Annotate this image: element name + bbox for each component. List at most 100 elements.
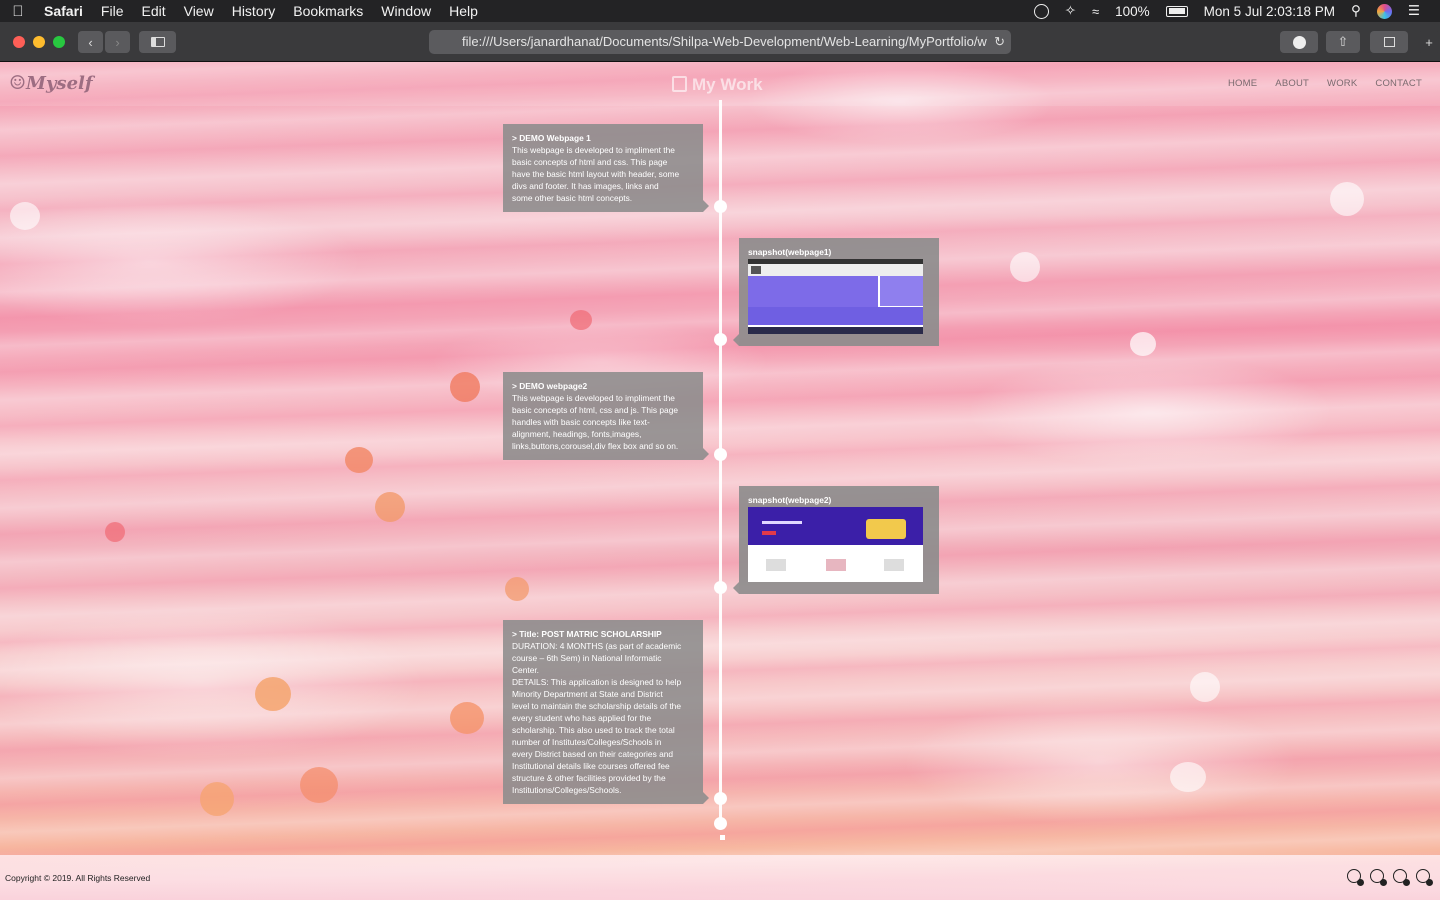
card-title: > DEMO Webpage 1	[512, 133, 591, 143]
nav-work[interactable]: WORK	[1327, 78, 1357, 89]
menu-help[interactable]: Help	[440, 0, 487, 22]
timeline-node	[714, 448, 727, 461]
menu-bar:  Safari File Edit View History Bookmark…	[0, 0, 1440, 22]
card-line: Institutional details like courses offer…	[512, 761, 670, 771]
card-line: alignment, headings, fonts,images,	[512, 429, 642, 439]
timeline-node	[714, 333, 727, 346]
address-bar[interactable]: file:///Users/janardhanat/Documents/Shil…	[429, 30, 1011, 54]
card-line: course – 6th Sem) in National Informatic	[512, 653, 662, 663]
site-footer: Copyright © 2019. All Rights Reserved	[0, 855, 1440, 900]
card-line: every student who has applied for the	[512, 713, 652, 723]
timeline-card-webpage1: > DEMO Webpage 1 This webpage is develop…	[503, 124, 709, 212]
card-line: basic concepts of html, css and js. This…	[512, 405, 679, 415]
menu-view[interactable]: View	[175, 0, 223, 22]
thumb-card	[884, 559, 904, 571]
timeline-node	[714, 200, 727, 213]
thumb-logo	[751, 266, 761, 274]
reload-icon[interactable]: ↻	[994, 30, 1005, 54]
menu-app-safari[interactable]: Safari	[36, 0, 92, 22]
web-page: ☺Myself My Work HOME ABOUT WORK CONTACT …	[0, 62, 1440, 900]
thumb-footer	[748, 327, 923, 334]
card-line: handles with basic concepts like text-	[512, 417, 650, 427]
decor-blob	[255, 677, 291, 711]
decor-blob	[1010, 252, 1040, 282]
decor-blob	[375, 492, 405, 522]
downloads-button[interactable]	[1280, 31, 1318, 53]
decor-blob	[105, 522, 125, 542]
new-tab-button[interactable]: +	[1418, 31, 1440, 53]
card-line: scholarship. This also used to track the…	[512, 725, 675, 735]
decor-blob	[505, 577, 529, 601]
decor-blob	[1330, 182, 1364, 216]
card-line: have the basic html layout with header, …	[512, 169, 680, 179]
card-line: every District based on their categories…	[512, 749, 674, 759]
browser-toolbar: ‹ › file:///Users/janardhanat/Documents/…	[0, 22, 1440, 62]
nav-contact[interactable]: CONTACT	[1375, 78, 1422, 89]
battery-icon[interactable]	[1165, 5, 1188, 17]
thumb-card	[766, 559, 786, 571]
menu-file[interactable]: File	[92, 0, 133, 22]
page-title-text: My Work	[692, 75, 763, 94]
snapshot-title: snapshot(webpage1)	[748, 247, 832, 257]
copyright-text: Copyright © 2019. All Rights Reserved	[5, 873, 151, 883]
decor-blob	[1190, 672, 1220, 702]
timeline-card-scholarship: > Title: POST MATRIC SCHOLARSHIP DURATIO…	[503, 620, 709, 804]
site-logo[interactable]: ☺Myself	[9, 72, 93, 94]
back-button[interactable]: ‹	[78, 31, 103, 53]
card-title: > DEMO webpage2	[512, 381, 588, 391]
share-button[interactable]: ⇧	[1326, 31, 1360, 53]
timeline-end	[720, 835, 725, 840]
menu-history[interactable]: History	[223, 0, 285, 22]
battery-percent: 100%	[1115, 3, 1150, 19]
card-line: links,buttons,corousel,div flex box and …	[512, 441, 679, 451]
card-line: DETAILS: This application is designed to…	[512, 677, 682, 687]
fullscreen-window-button[interactable]	[53, 35, 65, 48]
url-text: file:///Users/janardhanat/Documents/Shil…	[462, 34, 987, 49]
forward-button[interactable]: ›	[105, 31, 130, 53]
decor-blob	[1130, 332, 1156, 356]
menu-edit[interactable]: Edit	[132, 0, 174, 22]
social-instagram-icon[interactable]	[1393, 869, 1410, 886]
wifi-icon[interactable]: ≈	[1092, 4, 1099, 19]
sidebar-toggle-button[interactable]	[139, 31, 176, 53]
decor-blob	[200, 782, 234, 816]
social-facebook-icon[interactable]	[1347, 869, 1364, 886]
nav-about[interactable]: ABOUT	[1275, 78, 1309, 89]
timeline-node	[714, 817, 727, 830]
notification-center-icon[interactable]: ☰	[1408, 3, 1420, 19]
timeline-snapshot-webpage1: snapshot(webpage1)	[733, 238, 939, 346]
status-area: ✧ ≈ 100% Mon 5 Jul 2:03:18 PM ⚲ ☰	[1033, 0, 1440, 22]
sidebar-icon	[150, 37, 165, 47]
snapshot-image-webpage2[interactable]	[748, 507, 923, 582]
snapshot-image-webpage1[interactable]	[748, 259, 923, 334]
menu-bookmarks[interactable]: Bookmarks	[284, 0, 372, 22]
nav-home[interactable]: HOME	[1228, 78, 1257, 89]
chevron-left-icon: ‹	[88, 34, 93, 50]
apple-icon[interactable]: 	[0, 3, 36, 20]
card-line: This webpage is developed to impliment t…	[512, 393, 675, 403]
clock[interactable]: Mon 5 Jul 2:03:18 PM	[1204, 4, 1335, 19]
window-controls	[0, 35, 65, 48]
chevron-right-icon: ›	[115, 34, 120, 50]
card-line: basic concepts of html and css. This pag…	[512, 157, 668, 167]
close-window-button[interactable]	[13, 35, 25, 48]
share-icon: ⇧	[1337, 34, 1349, 49]
card-line: DURATION: 4 MONTHS (as part of academic	[512, 641, 682, 651]
social-links	[1347, 869, 1433, 886]
page-title: My Work	[672, 75, 763, 95]
social-linkedin-icon[interactable]	[1416, 869, 1433, 886]
card-line: structure & other facilities provided by…	[512, 773, 666, 783]
siri-icon[interactable]	[1376, 3, 1392, 19]
thumb-band	[748, 307, 923, 325]
bluetooth-icon[interactable]: ✧	[1065, 3, 1076, 19]
site-nav: HOME ABOUT WORK CONTACT	[1228, 78, 1422, 89]
spotlight-icon[interactable]: ⚲	[1351, 3, 1361, 19]
card-line: some other basic html concepts.	[512, 193, 633, 203]
timeline-node	[714, 792, 727, 805]
screen-time-icon[interactable]	[1033, 3, 1049, 19]
tab-overview-button[interactable]	[1370, 31, 1408, 53]
minimize-window-button[interactable]	[33, 35, 45, 48]
social-twitter-icon[interactable]	[1370, 869, 1387, 886]
thumb-header	[748, 264, 923, 276]
menu-window[interactable]: Window	[372, 0, 440, 22]
